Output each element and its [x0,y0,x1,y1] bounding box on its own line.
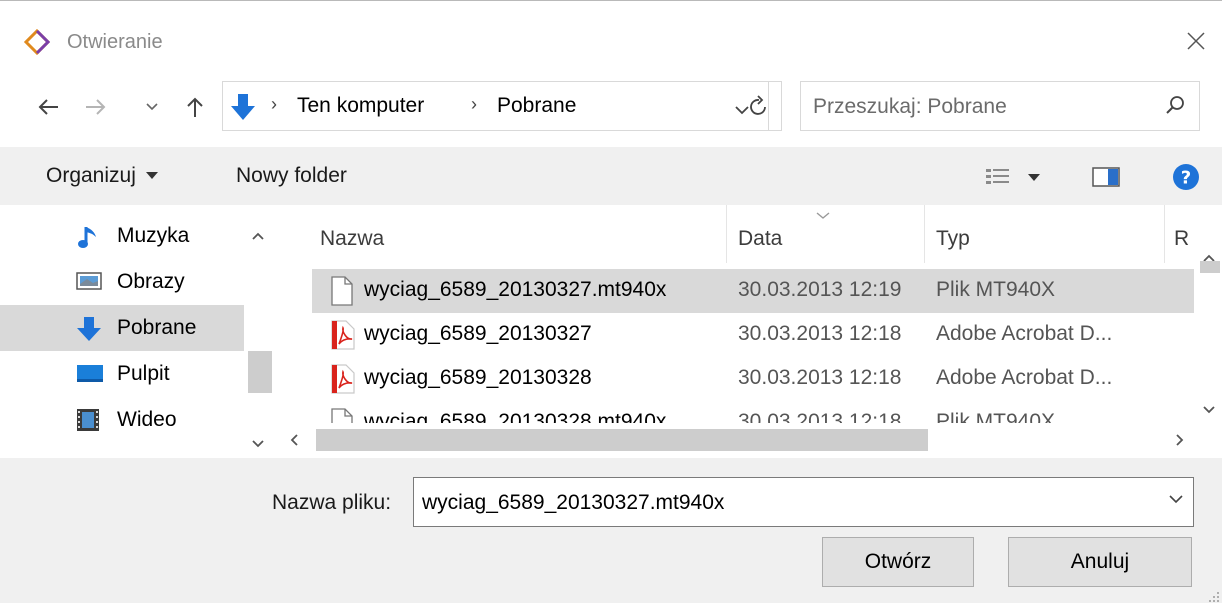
window-title: Otwieranie [67,31,163,53]
file-date: 30.03.2013 12:18 [738,410,902,423]
file-date: 30.03.2013 12:19 [738,278,902,301]
column-header-date[interactable]: Data [738,227,782,251]
scrollbar-thumb[interactable] [316,429,928,451]
filename-label: Nazwa pliku: [272,491,392,514]
music-icon [76,224,102,248]
file-type: Plik MT940X [936,278,1056,301]
sidebar-item-music[interactable]: Muzyka [0,213,244,259]
breadcrumb-downloads[interactable]: Pobrane [497,94,576,118]
view-options-icon[interactable] [982,166,1054,193]
open-file-dialog: Otwieranie › Ten komputer › Pobrane Prze… [0,0,1222,603]
scrollbar-thumb[interactable] [248,351,272,393]
resize-grip-icon[interactable] [1206,589,1220,603]
scroll-left-icon[interactable] [290,433,298,451]
sidebar-item-pictures[interactable]: Obrazy [0,259,244,305]
address-bar[interactable]: › Ten komputer › Pobrane [222,81,769,131]
sort-chevron-icon [816,207,830,225]
breadcrumb-this-pc[interactable]: Ten komputer [297,94,424,118]
arrow-right-icon[interactable] [78,89,114,125]
file-name: wyciag_6589_20130327.mt940x [364,278,667,301]
scroll-down-icon[interactable] [252,435,264,453]
organize-label: Organizuj [46,164,136,187]
column-header-type[interactable]: Typ [936,227,970,251]
pictures-icon [76,270,102,294]
breadcrumb-separator: › [271,94,277,114]
chevron-down-icon[interactable] [1169,491,1183,509]
sidebar-item-label: Muzyka [117,224,190,247]
file-icon [330,408,354,423]
search-icon[interactable] [1165,94,1187,121]
arrow-left-icon[interactable] [30,89,66,125]
file-date: 30.03.2013 12:18 [738,366,902,389]
file-list: Nazwa Data Typ R wyciag_6589_20130327.mt… [276,205,1222,458]
search-box[interactable] [800,81,1200,131]
filename-combobox[interactable] [413,477,1194,527]
file-list-vertical-scrollbar[interactable] [1196,205,1222,423]
column-header-size[interactable]: R [1174,227,1189,251]
file-row[interactable]: wyciag_6589_20130327 30.03.2013 12:18 Ad… [312,313,1194,357]
pdf-icon [330,320,355,350]
svg-text:?: ? [1181,168,1191,189]
sidebar-item-label: Pobrane [117,316,197,339]
command-toolbar: Organizuj Nowy folder ? [0,147,1222,205]
video-icon [76,408,102,432]
desktop-icon [76,362,103,386]
column-header-name[interactable]: Nazwa [320,227,384,251]
breadcrumb-separator: › [471,94,477,114]
column-divider[interactable] [726,205,727,263]
file-icon [330,276,354,306]
sidebar-item-video[interactable]: Wideo [0,397,244,443]
file-row[interactable]: wyciag_6589_20130328 30.03.2013 12:18 Ad… [312,357,1194,401]
title-bar: Otwieranie [0,1,1222,71]
downloads-icon [76,316,102,341]
file-list-horizontal-scrollbar[interactable] [276,423,1196,458]
cancel-button[interactable]: Anuluj [1008,537,1192,587]
help-icon[interactable]: ? [1172,163,1200,196]
filename-input[interactable] [422,488,1142,518]
sidebar-item-downloads[interactable]: Pobrane [0,305,244,351]
navigation-pane-scrollbar[interactable] [244,205,276,458]
file-row[interactable]: wyciag_6589_20130328.mt940x 30.03.2013 1… [312,401,1194,423]
organize-menu[interactable]: Organizuj [46,164,158,188]
refresh-icon[interactable] [736,81,782,131]
close-icon[interactable] [1178,23,1214,59]
pdf-icon [330,364,355,394]
column-divider[interactable] [1164,205,1165,263]
file-name: wyciag_6589_20130327 [364,322,592,345]
arrow-up-icon[interactable] [180,89,210,125]
chevron-down-icon[interactable] [140,89,164,125]
open-button[interactable]: Otwórz [822,537,974,587]
downloads-icon [229,92,257,127]
scrollbar-thumb[interactable] [1200,261,1220,273]
file-name: wyciag_6589_20130328.mt940x [364,410,667,423]
diamond-app-icon [23,28,51,56]
new-folder-button[interactable]: Nowy folder [236,164,347,188]
file-name: wyciag_6589_20130328 [364,366,592,389]
sidebar-item-desktop[interactable]: Pulpit [0,351,244,397]
navigation-pane: Muzyka Obrazy Pobrane Pulpit Wideo [0,205,276,458]
sidebar-item-label: Pulpit [117,362,170,385]
dropdown-arrow-icon [145,172,158,180]
file-type: Plik MT940X [936,410,1056,423]
file-row[interactable]: wyciag_6589_20130327.mt940x 30.03.2013 1… [312,269,1194,313]
sidebar-item-label: Wideo [117,408,177,431]
sidebar-item-label: Obrazy [117,270,185,293]
scroll-right-icon[interactable] [1176,433,1184,451]
column-divider[interactable] [924,205,925,263]
search-input[interactable] [813,92,1143,122]
scroll-up-icon[interactable] [252,227,264,245]
preview-pane-icon[interactable] [1092,167,1120,192]
file-date: 30.03.2013 12:18 [738,322,902,345]
file-type: Adobe Acrobat D... [936,322,1113,345]
file-type: Adobe Acrobat D... [936,366,1113,389]
scroll-down-icon[interactable] [1203,401,1215,419]
